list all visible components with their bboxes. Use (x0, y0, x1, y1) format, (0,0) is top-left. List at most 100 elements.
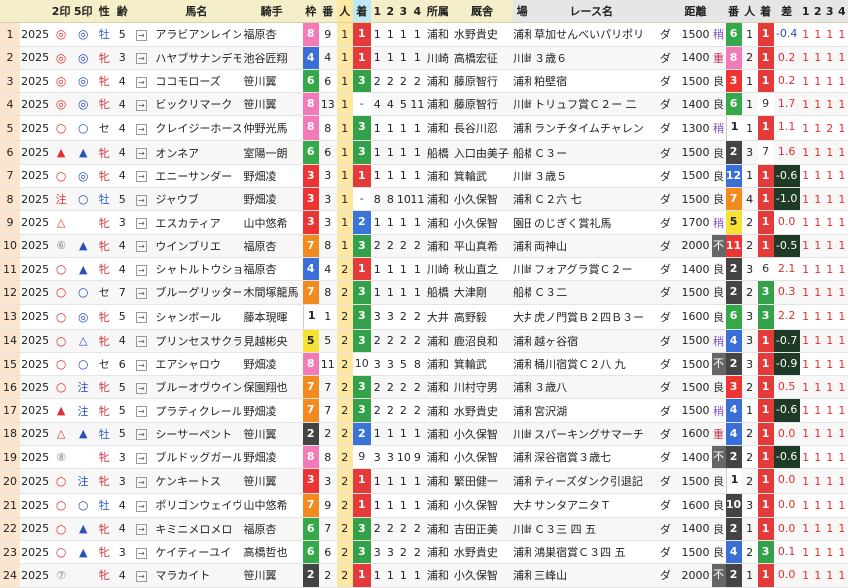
table-row[interactable]: 132025○◎牝5→シャンボール藤本現暉11233322大井高野毅大井虎ノ門賞… (0, 304, 848, 330)
horse-name-link[interactable]: エスカティア (152, 210, 241, 235)
external-link-icon[interactable]: → (135, 476, 147, 488)
link-cell[interactable]: → (130, 445, 153, 470)
race-name-cell[interactable]: フォアグラ賞Ｃ２ー (531, 257, 652, 282)
table-row[interactable]: 182025△▲牡5→シーサーペント笹川翼22221111浦和小久保智川崎スパー… (0, 422, 848, 447)
link-cell[interactable]: → (130, 234, 153, 258)
table-row[interactable]: 172025▲注牝5→プラティクレール野畑凌77232222浦和水野貴史浦和宮沢… (0, 398, 848, 423)
race-name-cell[interactable]: ３歳５ (531, 164, 652, 189)
header-distance[interactable]: 距離 (679, 0, 712, 24)
external-link-icon[interactable]: → (135, 264, 147, 276)
horse-name-link[interactable]: ハヤブサナンデモノ (152, 46, 241, 70)
table-row[interactable]: 102025⑥▲牝4→ウインブリエ福原杏78132222浦和平山真希浦和両神山ダ… (0, 234, 848, 258)
race-name-cell[interactable]: Ｃ３二 (531, 280, 652, 305)
horse-name-link[interactable]: ココモローズ (152, 69, 241, 94)
race-name-cell[interactable]: ３歳八 (531, 375, 652, 400)
header-umaban[interactable]: 番 (318, 0, 337, 24)
link-cell[interactable]: → (130, 398, 153, 423)
race-name-cell[interactable]: サンタアニタＴ (531, 493, 652, 518)
race-name-cell[interactable]: スパーキングサマーチ (531, 422, 652, 447)
horse-name-link[interactable]: マラカイト (152, 563, 241, 588)
race-name-cell[interactable]: 宮沢湖 (531, 398, 652, 423)
external-link-icon[interactable]: → (135, 148, 147, 160)
horse-name-link[interactable]: シャトルトウショウ (152, 257, 241, 282)
horse-name-link[interactable]: エニーサンダー (152, 164, 241, 189)
header-ninki[interactable]: 人 (336, 0, 353, 24)
horse-name-link[interactable]: プリンセスサクラ (152, 329, 241, 353)
external-link-icon[interactable]: → (135, 452, 147, 464)
external-link-icon[interactable]: → (135, 359, 147, 371)
race-name-cell[interactable]: ランチタイムチャレン (531, 115, 652, 142)
race-name-cell[interactable]: のじぎく賞礼馬 (531, 210, 652, 235)
table-row[interactable]: 82025注○牡5→ジャウブ野畑凌331-881011浦和小久保智浦和Ｃ２六 七… (0, 187, 848, 212)
horse-name-link[interactable]: プラティクレール (152, 398, 241, 423)
table-row[interactable]: 52025○○セ4→クレイジーホース仲野光馬88131111浦和長谷川忍浦和ラン… (0, 115, 848, 142)
header-age[interactable]: 齢 (114, 0, 131, 24)
link-cell[interactable]: → (130, 563, 153, 588)
horse-name-link[interactable]: ブルーオヴウインド (152, 375, 241, 400)
table-row[interactable]: 92025△牝3→エスカティア山中悠希33121111浦和小久保智園田のじぎく賞… (0, 210, 848, 235)
race-name-cell[interactable]: 鴻巣宿賞Ｃ３四 五 (531, 540, 652, 565)
link-cell[interactable]: → (130, 210, 153, 235)
link-cell[interactable]: → (130, 517, 153, 541)
header-diff[interactable]: 差 (773, 0, 800, 24)
link-cell[interactable]: → (130, 46, 153, 70)
external-link-icon[interactable]: → (135, 241, 147, 253)
external-link-icon[interactable]: → (135, 29, 147, 41)
header-prev-ninki[interactable]: 人 (741, 0, 758, 24)
external-link-icon[interactable]: → (135, 53, 147, 65)
race-name-cell[interactable]: Ｃ３ー (531, 140, 652, 165)
table-row[interactable]: 22025◎◎牝3→ハヤブサナンデモノ池谷匠翔44111111川崎高橋宏征川崎３… (0, 46, 848, 70)
table-row[interactable]: 62025▲▲牝4→オンネア室陽一朗66131111船橋入口由美子船橋Ｃ３ーダ1… (0, 140, 848, 165)
race-name-cell[interactable]: ３歳６ (531, 46, 652, 70)
table-row[interactable]: 222025○▲牝4→キミニメロメロ福原杏67232222浦和吉田正美川崎Ｃ３三… (0, 517, 848, 541)
horse-name-link[interactable]: キミニメロメロ (152, 517, 241, 541)
external-link-icon[interactable]: → (135, 500, 147, 512)
table-row[interactable]: 12025◎◎牡5→アラビアンレイン福原杏89111111浦和水野貴史浦和草加せ… (0, 22, 848, 47)
external-link-icon[interactable]: → (135, 406, 147, 418)
header-chaku[interactable]: 着 (352, 0, 371, 24)
horse-name-link[interactable]: シャンボール (152, 304, 241, 330)
horse-name-link[interactable]: ブルドッグガール (152, 445, 241, 470)
race-name-cell[interactable]: 深谷宿賞３歳七 (531, 445, 652, 470)
race-name-cell[interactable]: 桶川宿賞Ｃ２八 九 (531, 352, 652, 377)
table-row[interactable]: 112025○▲牝4→シャトルトウショウ福原杏44211111川崎秋山直之川崎フ… (0, 257, 848, 282)
external-link-icon[interactable]: → (135, 382, 147, 394)
race-name-cell[interactable]: 虎ノ門賞Ｂ２四Ｂ３ー (531, 304, 652, 330)
external-link-icon[interactable]: → (135, 336, 147, 348)
header-trainer[interactable]: 厩舎 (450, 0, 514, 24)
external-link-icon[interactable]: → (135, 123, 147, 135)
header-shozoku[interactable]: 所属 (424, 0, 451, 24)
header-mark5[interactable]: 5印 (72, 0, 95, 24)
horse-name-link[interactable]: シーサーペント (152, 422, 241, 447)
race-name-cell[interactable]: Ｃ２六 七 (531, 187, 652, 212)
horse-name-link[interactable]: ジャウブ (152, 187, 241, 212)
horse-name-link[interactable]: ポリゴンウェイヴ (152, 493, 241, 518)
link-cell[interactable]: → (130, 22, 153, 47)
link-cell[interactable]: → (130, 422, 153, 447)
horse-name-link[interactable]: ウインブリエ (152, 234, 241, 258)
external-link-icon[interactable]: → (135, 312, 147, 324)
header-jockey[interactable]: 騎手 (240, 0, 303, 24)
header-prev-chaku[interactable]: 着 (757, 0, 774, 24)
race-name-cell[interactable]: Ｃ３三 四 五 (531, 517, 652, 541)
link-cell[interactable]: → (130, 115, 153, 142)
race-name-cell[interactable]: 両神山 (531, 234, 652, 258)
race-name-cell[interactable]: 粕壁宿 (531, 69, 652, 94)
header-prev-umaban[interactable]: 番 (725, 0, 742, 24)
race-name-cell[interactable]: ティーズダンク引退記 (531, 468, 652, 495)
header-sex[interactable]: 性 (94, 0, 115, 24)
external-link-icon[interactable]: → (135, 524, 147, 536)
link-cell[interactable]: → (130, 92, 153, 117)
link-cell[interactable]: → (130, 375, 153, 400)
link-cell[interactable]: → (130, 187, 153, 212)
external-link-icon[interactable]: → (135, 570, 147, 582)
table-row[interactable]: 122025○○セ7→ブルーグリッター木間塚龍馬78231111船橋大津剛船橋Ｃ… (0, 280, 848, 305)
header-horse-name[interactable]: 馬名 (152, 0, 241, 24)
table-row[interactable]: 212025○○牡4→ポリゴンウェイヴ山中悠希79211111浦和小久保智大井サ… (0, 493, 848, 518)
table-row[interactable]: 242025⑦牝4→マラカイト笹川翼22211111浦和小久保智浦和三峰山ダ20… (0, 563, 848, 588)
race-name-cell[interactable]: 三峰山 (531, 563, 652, 588)
table-row[interactable]: 32025◎◎牝4→ココモローズ笹川翼66132222浦和藤原智行浦和粕壁宿ダ1… (0, 69, 848, 94)
external-link-icon[interactable]: → (135, 287, 147, 299)
horse-name-link[interactable]: ケイティーユイ (152, 540, 241, 565)
horse-name-link[interactable]: クレイジーホース (152, 115, 241, 142)
